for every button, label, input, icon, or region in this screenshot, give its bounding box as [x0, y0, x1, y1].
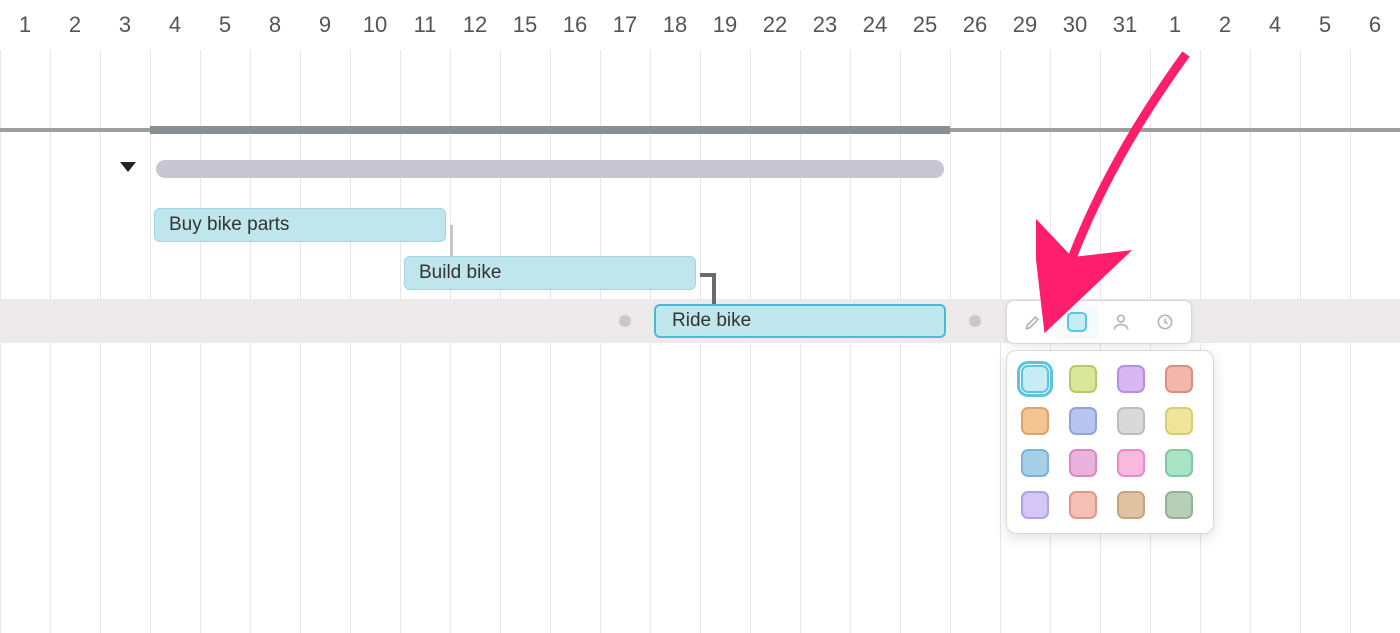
day-header: 10 — [350, 0, 400, 50]
day-header: 1 — [1150, 0, 1200, 50]
color-swatch[interactable] — [1021, 491, 1049, 519]
color-swatch[interactable] — [1069, 491, 1097, 519]
task-toolbar — [1006, 300, 1192, 344]
color-icon — [1067, 312, 1087, 332]
progress-fill — [150, 126, 950, 134]
day-header: 2 — [50, 0, 100, 50]
color-swatch[interactable] — [1117, 365, 1145, 393]
day-header: 30 — [1050, 0, 1100, 50]
color-swatch[interactable] — [1069, 449, 1097, 477]
day-header: 17 — [600, 0, 650, 50]
day-header: 22 — [750, 0, 800, 50]
clock-icon — [1155, 312, 1175, 332]
day-header: 12 — [450, 0, 500, 50]
color-swatch[interactable] — [1021, 365, 1049, 393]
color-swatch[interactable] — [1117, 449, 1145, 477]
day-header: 31 — [1100, 0, 1150, 50]
group-summary-bar[interactable] — [156, 160, 944, 178]
color-swatch[interactable] — [1069, 407, 1097, 435]
day-header: 8 — [250, 0, 300, 50]
person-icon — [1111, 312, 1131, 332]
day-header: 25 — [900, 0, 950, 50]
color-swatch[interactable] — [1021, 407, 1049, 435]
color-swatch[interactable] — [1021, 449, 1049, 477]
color-swatch[interactable] — [1165, 491, 1193, 519]
color-button[interactable] — [1055, 305, 1099, 339]
day-header: 16 — [550, 0, 600, 50]
collapse-caret-icon[interactable] — [120, 162, 136, 172]
color-swatch[interactable] — [1117, 491, 1145, 519]
color-swatch[interactable] — [1165, 449, 1193, 477]
task-bar[interactable] — [654, 304, 946, 338]
day-header: 4 — [1250, 0, 1300, 50]
task-bar[interactable]: Build bike — [404, 256, 696, 290]
day-header: 15 — [500, 0, 550, 50]
day-header: 2 — [1200, 0, 1250, 50]
day-header: 5 — [1300, 0, 1350, 50]
task-bar[interactable]: Buy bike parts — [154, 208, 446, 242]
day-header: 5 — [200, 0, 250, 50]
day-header: 24 — [850, 0, 900, 50]
color-swatch[interactable] — [1117, 407, 1145, 435]
task-label: Buy bike parts — [169, 214, 289, 236]
day-header: 29 — [1000, 0, 1050, 50]
day-header: 9 — [300, 0, 350, 50]
day-header: 1 — [0, 0, 50, 50]
day-header: 4 — [150, 0, 200, 50]
pencil-button[interactable] — [1011, 305, 1055, 339]
day-header: 26 — [950, 0, 1000, 50]
task-resize-handle-right[interactable] — [969, 315, 981, 327]
day-header: 3 — [100, 0, 150, 50]
color-swatch[interactable] — [1165, 407, 1193, 435]
pencil-icon — [1023, 312, 1043, 332]
task-label: Build bike — [419, 262, 501, 284]
clock-button[interactable] — [1143, 305, 1187, 339]
color-picker-popover — [1006, 350, 1214, 534]
color-swatch[interactable] — [1165, 365, 1193, 393]
day-header: 18 — [650, 0, 700, 50]
person-button[interactable] — [1099, 305, 1143, 339]
color-swatch[interactable] — [1069, 365, 1097, 393]
day-header: 23 — [800, 0, 850, 50]
day-header: 11 — [400, 0, 450, 50]
task-label-input[interactable] — [670, 309, 930, 333]
day-header: 19 — [700, 0, 750, 50]
task-resize-handle-left[interactable] — [619, 315, 631, 327]
day-header: 6 — [1350, 0, 1400, 50]
